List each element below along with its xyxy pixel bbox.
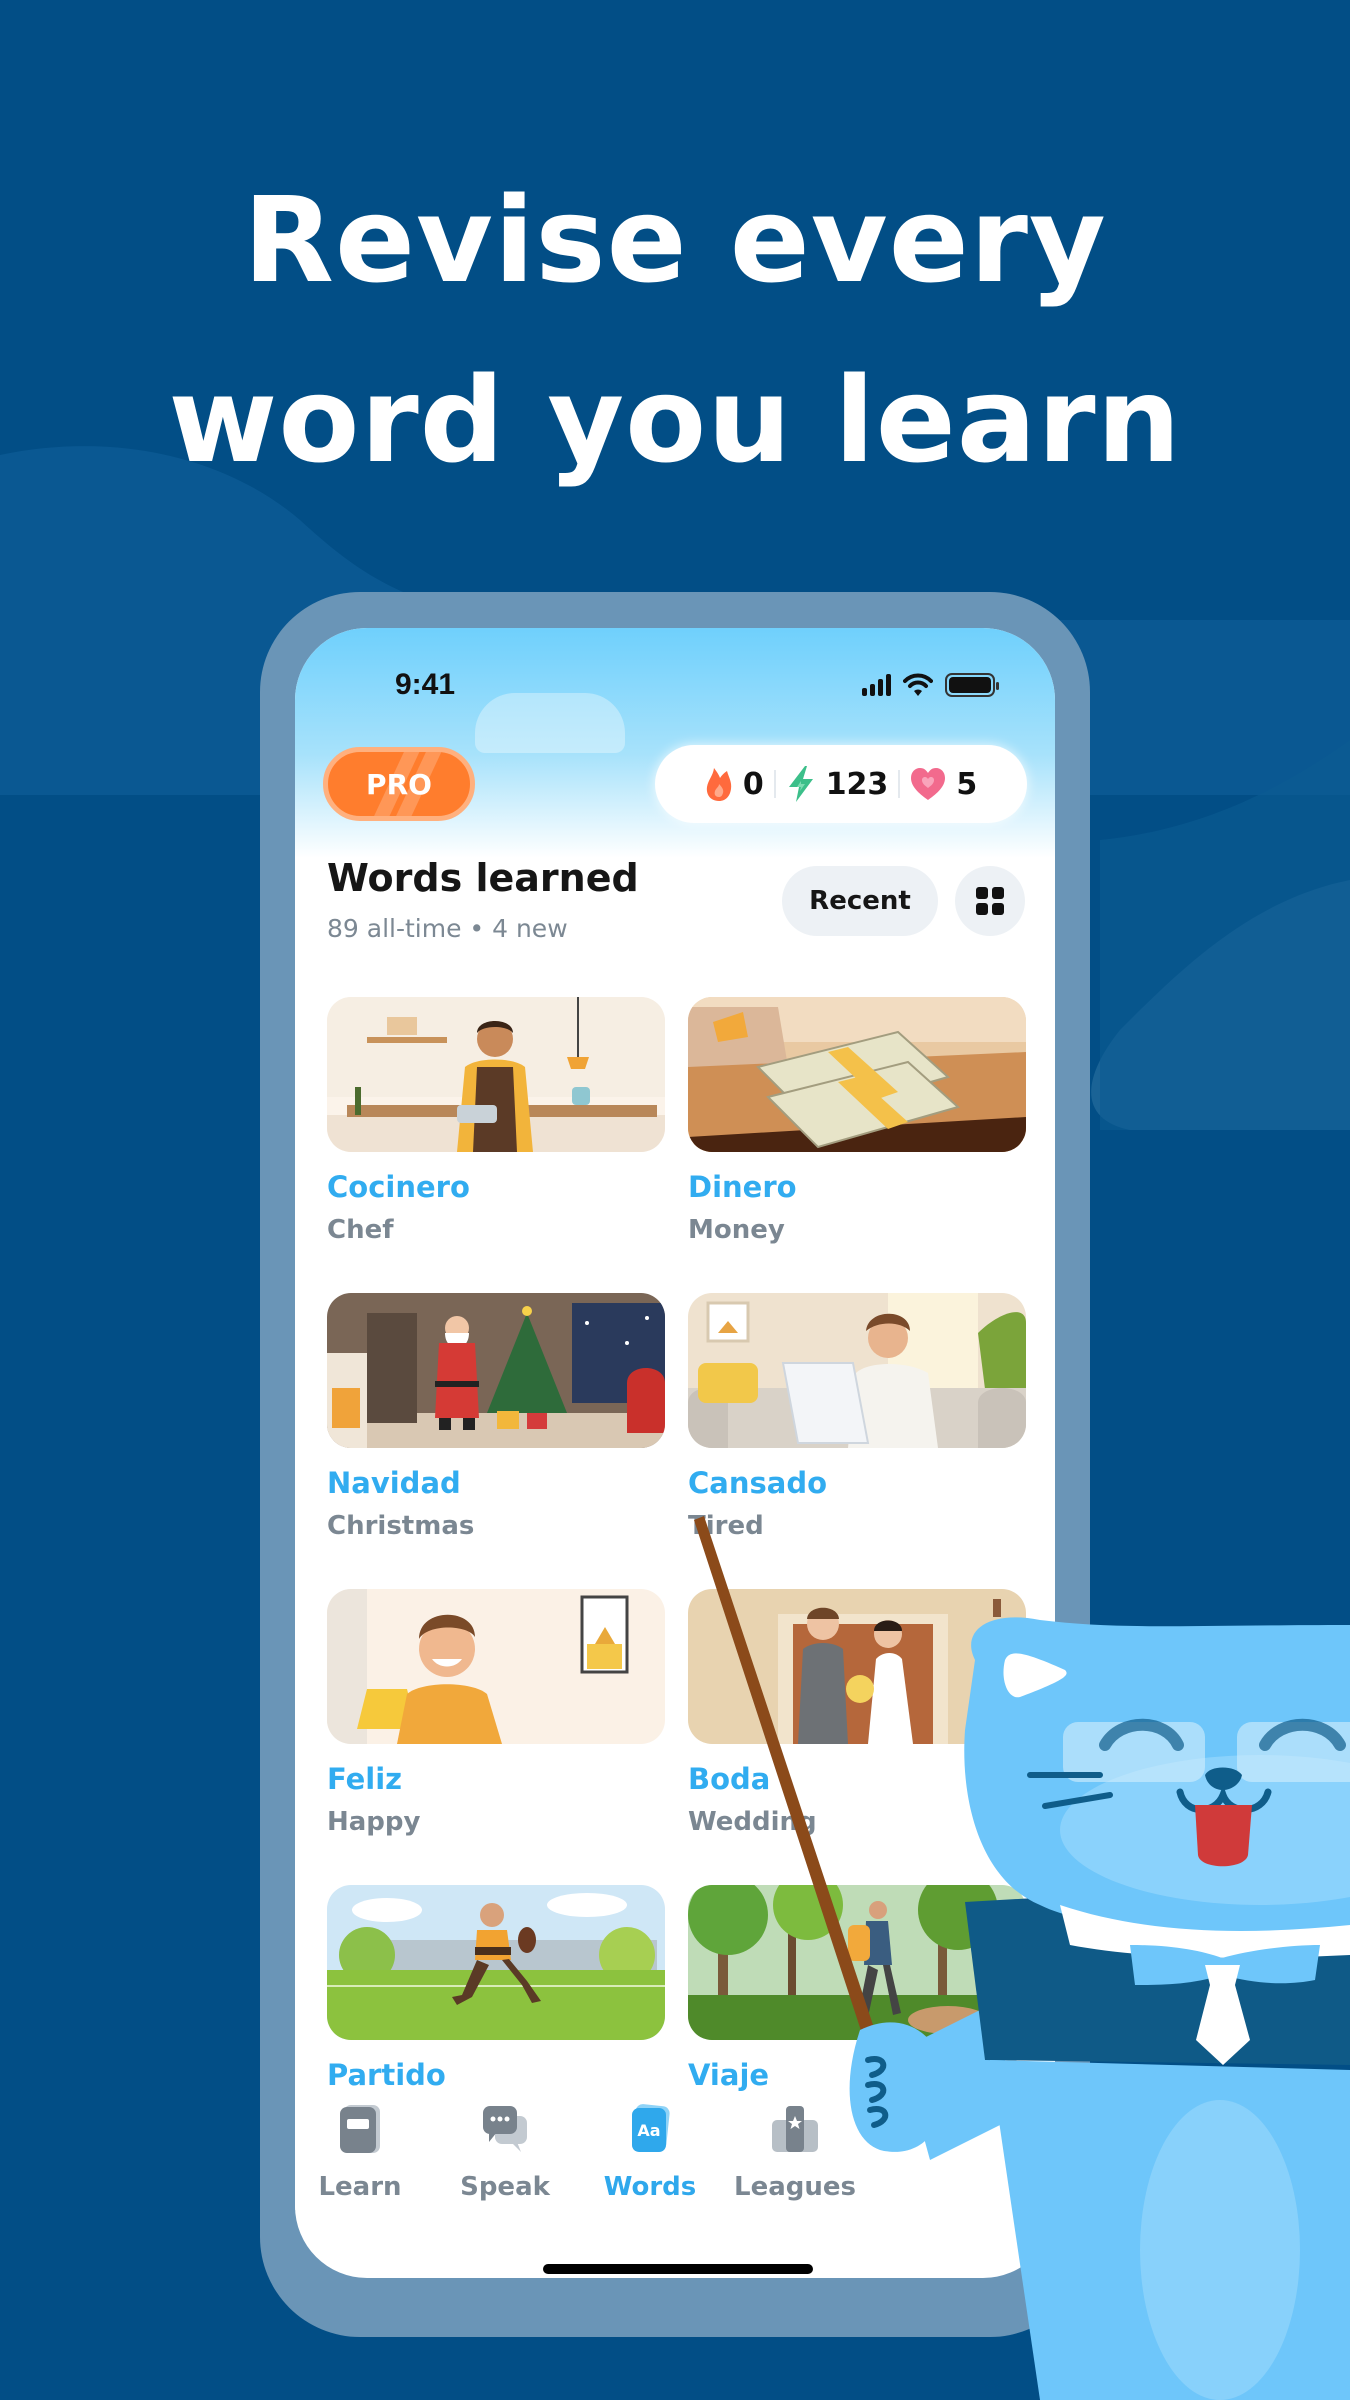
chat-bubbles-icon xyxy=(483,2106,527,2152)
happy-man-illustration xyxy=(327,1589,665,1744)
book-icon xyxy=(340,2105,380,2153)
nav-item-speak[interactable]: Speak xyxy=(435,2100,575,2202)
word-card[interactable]: Navidad Christmas xyxy=(327,1293,665,1563)
nav-item-leagues[interactable]: Leagues xyxy=(725,2100,865,2202)
santa-christmas-illustration xyxy=(327,1293,665,1448)
chef-cooking-illustration xyxy=(327,997,665,1152)
word-title: Viaje xyxy=(688,2058,770,2092)
word-title: Feliz xyxy=(327,1762,403,1796)
battery-icon xyxy=(945,673,999,697)
word-title: Cocinero xyxy=(327,1170,470,1204)
word-translation: Wedding xyxy=(688,1807,817,1837)
status-icons xyxy=(862,673,999,697)
header-gradient xyxy=(295,628,1055,858)
word-card[interactable]: Cocinero Chef xyxy=(327,997,665,1267)
word-title: Navidad xyxy=(327,1466,461,1500)
podium-icon xyxy=(772,2106,818,2152)
home-indicator xyxy=(543,2264,813,2274)
nav-label: Words xyxy=(603,2172,697,2202)
nav-label: Learn xyxy=(318,2172,402,2202)
forest-hiker-illustration xyxy=(688,1885,1026,2040)
nav-item-learn[interactable]: Learn xyxy=(295,2100,430,2202)
stats-bar[interactable]: 0 123 5 xyxy=(655,745,1027,823)
streak-value: 0 xyxy=(742,766,764,802)
hearts-value: 5 xyxy=(956,766,978,802)
status-time: 9:41 xyxy=(395,668,456,701)
headline-line-1: Revise every xyxy=(243,171,1107,309)
word-title: Cansado xyxy=(688,1466,828,1500)
wedding-couple-illustration xyxy=(688,1589,1026,1744)
heart-icon xyxy=(911,768,946,800)
headline: Revise every word you learn xyxy=(0,150,1350,510)
nav-item-words[interactable]: Aa Words xyxy=(580,2100,720,2202)
money-stacks-illustration xyxy=(688,997,1026,1152)
word-translation: Chef xyxy=(327,1215,394,1245)
divider xyxy=(898,770,901,798)
phone-screen: 9:41 PRO 0 123 5 Words learned 89 all-ti… xyxy=(295,628,1055,2278)
headline-line-2: word you learn xyxy=(168,351,1182,489)
energy-value: 123 xyxy=(825,766,889,802)
word-title: Dinero xyxy=(688,1170,797,1204)
tired-man-laptop-illustration xyxy=(688,1293,1026,1448)
pro-label: PRO xyxy=(366,767,432,801)
divider xyxy=(773,770,776,798)
word-card[interactable]: Boda Wedding xyxy=(688,1589,1026,1859)
cellular-signal-icon xyxy=(862,674,891,696)
football-match-illustration xyxy=(327,1885,665,2040)
wifi-icon xyxy=(903,673,933,696)
flame-icon xyxy=(706,768,732,801)
streak-stat[interactable]: 0 xyxy=(705,766,764,802)
cloud-decoration xyxy=(475,693,625,753)
pro-badge-button[interactable]: PRO xyxy=(323,747,475,821)
lightning-icon xyxy=(788,766,813,802)
word-translation: Happy xyxy=(327,1807,421,1837)
nav-label: Speak xyxy=(460,2172,550,2202)
word-translation: Money xyxy=(688,1215,785,1245)
words-count: 89 all-time • 4 new xyxy=(327,914,568,943)
sort-label: Recent xyxy=(809,886,911,916)
word-translation: Christmas xyxy=(327,1511,475,1541)
word-card[interactable]: Feliz Happy xyxy=(327,1589,665,1859)
word-card[interactable]: Dinero Money xyxy=(688,997,1026,1267)
page-title: Words learned xyxy=(327,856,639,900)
svg-text:Aa: Aa xyxy=(637,2121,660,2140)
energy-stat[interactable]: 123 xyxy=(786,765,889,803)
word-title: Boda xyxy=(688,1762,771,1796)
vocabulary-aa-icon: Aa xyxy=(632,2104,670,2152)
grid-view-icon xyxy=(976,887,1004,915)
view-toggle-button[interactable] xyxy=(955,866,1025,936)
word-title: Partido xyxy=(327,2058,446,2092)
nav-label: Leagues xyxy=(734,2172,856,2202)
word-card[interactable]: Cansado Tired xyxy=(688,1293,1026,1563)
hearts-stat[interactable]: 5 xyxy=(910,767,977,802)
sort-recent-button[interactable]: Recent xyxy=(782,866,938,936)
bottom-nav: Learn Speak Aa Words Leagues xyxy=(295,2100,1055,2210)
word-translation: Tired xyxy=(688,1511,764,1541)
